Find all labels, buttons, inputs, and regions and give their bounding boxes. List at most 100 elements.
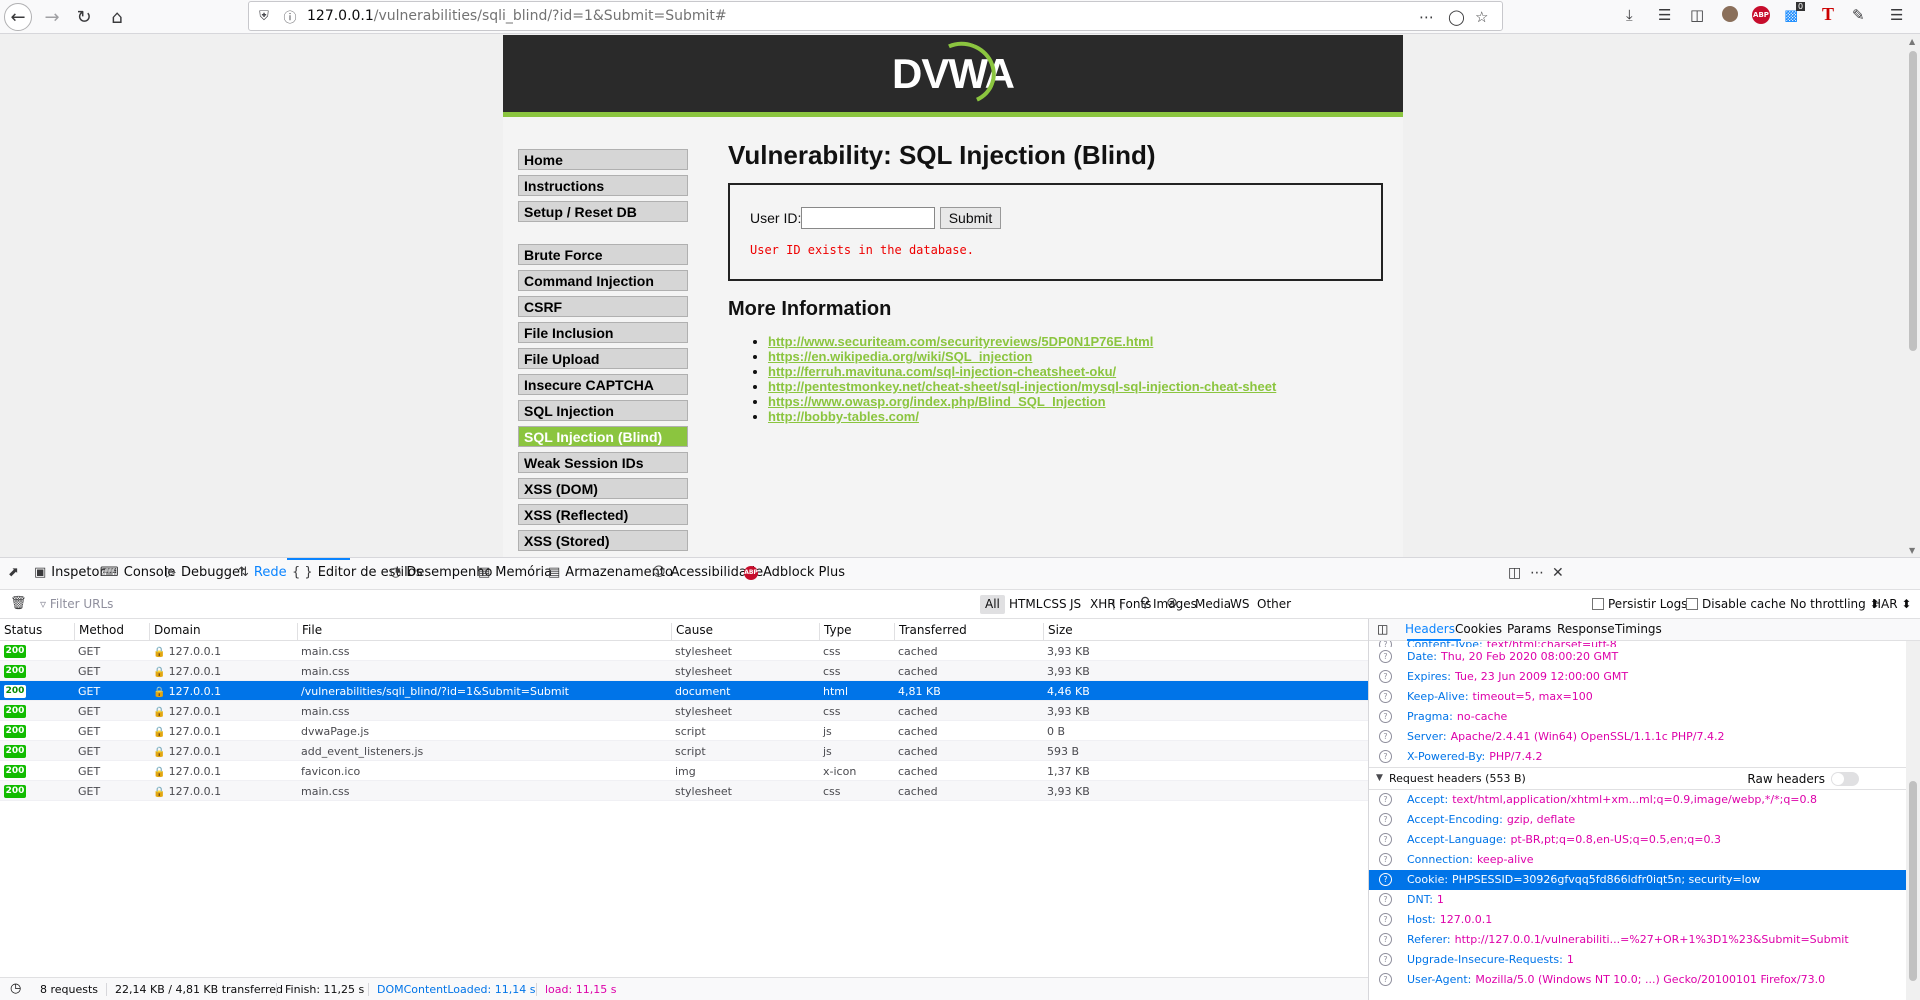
column-status[interactable]: Status [0,623,42,641]
menu-item-brute-force[interactable]: Brute Force [518,244,688,265]
table-row[interactable]: 200 GET 🔒 127.0.0.1 main.css stylesheet css ca… [0,661,1368,681]
menu-item-xss-dom[interactable]: XSS (DOM) [518,478,688,499]
table-row[interactable]: 200 GET 🔒 127.0.0.1 favicon.ico img x-icon cac… [0,761,1368,781]
sidebar-icon[interactable]: ◫ [1690,6,1704,24]
menu-item-file-upload[interactable]: File Upload [518,348,688,369]
request-headers-section[interactable]: ▼ Request headers (553 B) Raw headers [1369,767,1907,790]
header-row[interactable]: ? Host: 127.0.0.1 [1369,910,1907,930]
page-actions-icon[interactable]: ⋯ [1419,8,1434,26]
header-row[interactable]: ? X-Powered-By: PHP/7.4.2 [1369,747,1907,767]
menu-item-command-injection[interactable]: Command Injection [518,270,688,291]
bookmark-star-icon[interactable]: ☆ [1475,8,1488,26]
home-button[interactable]: ⌂ [103,3,131,31]
translate-icon[interactable]: T [1822,4,1834,25]
element-picker-icon[interactable]: ⬈ [8,565,19,580]
filter-js[interactable]: JS [1065,595,1086,614]
tab-debugger[interactable]: ▷ Debugger [166,565,245,580]
header-row[interactable]: ? Connection: keep-alive [1369,850,1907,870]
column-domain[interactable]: Domain [149,623,201,641]
userid-input[interactable] [801,207,935,229]
table-row[interactable]: 200 GET 🔒 127.0.0.1 main.css stylesheet css ca… [0,701,1368,721]
throttling-select[interactable]: No throttling ⬍ [1790,597,1880,611]
help-icon[interactable]: ? [1379,730,1392,743]
menu-item-weak-session-ids[interactable]: Weak Session IDs [518,452,688,473]
help-icon[interactable]: ? [1379,933,1392,946]
collapse-icon[interactable]: ▼ [1376,773,1383,783]
tab-rede[interactable]: ⇅ Rede [238,565,287,580]
header-row[interactable]: ? DNT: 1 [1369,890,1907,910]
info-link[interactable]: https://en.wikipedia.org/wiki/SQL_inject… [768,349,1032,364]
menu-item-instructions[interactable]: Instructions [518,175,688,196]
persist-logs-checkbox[interactable]: Persistir Logs [1592,597,1687,611]
info-link[interactable]: http://ferruh.mavituna.com/sql-injection… [768,364,1116,379]
header-row[interactable]: ? Upgrade-Insecure-Requests: 1 [1369,950,1907,970]
column-cause[interactable]: Cause [671,623,713,641]
header-row[interactable]: ? Accept-Encoding: gzip, deflate [1369,810,1907,830]
tab-adblock-plus[interactable]: ABP Adblock Plus [744,565,845,580]
help-icon[interactable]: ? [1379,793,1392,806]
tab-inspetor[interactable]: ▣ Inspetor [34,565,105,580]
reload-button[interactable]: ↻ [70,3,98,31]
help-icon[interactable]: ? [1379,833,1392,846]
help-icon[interactable]: ? [1379,813,1392,826]
help-icon[interactable]: ? [1379,690,1392,703]
menu-item-setup-reset-db[interactable]: Setup / Reset DB [518,201,688,222]
avatar[interactable] [1722,6,1738,22]
header-row[interactable]: ? Date: Thu, 20 Feb 2020 08:00:20 GMT [1369,647,1907,667]
table-row[interactable]: 200 GET 🔒 127.0.0.1 add_event_listeners.js s… [0,741,1368,761]
header-row[interactable]: ? Server: Apache/2.4.41 (Win64) OpenSSL/1.… [1369,727,1907,747]
filter-other[interactable]: Other [1252,595,1296,614]
header-row[interactable]: ? Accept: text/html,application/xhtml+xm..… [1369,790,1907,810]
pocket-icon[interactable]: ◯ [1448,8,1465,26]
column-size[interactable]: Size [1043,623,1073,641]
library-icon[interactable]: ☰ [1658,6,1671,24]
filter-all[interactable]: All [980,595,1005,614]
table-row[interactable]: 200 GET 🔒 127.0.0.1 main.css stylesheet css ca… [0,781,1368,801]
shield-icon[interactable]: ⛨ [253,9,275,24]
menu-item-xss-reflected[interactable]: XSS (Reflected) [518,504,688,525]
menu-item-sql-injection-blind[interactable]: SQL Injection (Blind) [518,426,688,447]
header-row[interactable]: ? Referer: http://127.0.0.1/vulnerabiliti.… [1369,930,1907,950]
info-link[interactable]: http://pentestmonkey.net/cheat-sheet/sql… [768,379,1276,394]
column-method[interactable]: Method [74,623,124,641]
close-devtools-icon[interactable]: ✕ [1552,565,1564,581]
details-tab-headers[interactable]: Headers [1405,622,1455,636]
adblock-plus-icon[interactable]: ABP [1752,6,1770,24]
header-row[interactable]: ? Pragma: no-cache [1369,707,1907,727]
download-icon[interactable]: ⤓ [1626,6,1633,24]
info-icon[interactable]: ⓘ [279,7,301,26]
info-link[interactable]: http://bobby-tables.com/ [768,409,919,424]
help-icon[interactable]: ? [1379,973,1392,986]
toggle-panel-icon[interactable]: ◫ [1377,622,1388,636]
dock-icon[interactable]: ◫ [1508,565,1521,581]
url-bar[interactable]: ⛨ ⓘ 127.0.0.1/vulnerabilities/sqli_blind… [248,1,1503,31]
back-button[interactable]: ← [4,3,32,31]
header-row[interactable]: ? Keep-Alive: timeout=5, max=100 [1369,687,1907,707]
header-row[interactable]: ? Expires: Tue, 23 Jun 2009 12:00:00 GMT [1369,667,1907,687]
help-icon[interactable]: ? [1379,893,1392,906]
help-icon[interactable]: ? [1379,913,1392,926]
column-file[interactable]: File [297,623,322,641]
table-row[interactable]: 200 GET 🔒 127.0.0.1 dvwaPage.js script js cach… [0,721,1368,741]
column-transferred[interactable]: Transferred [894,623,967,641]
column-type[interactable]: Type [819,623,852,641]
table-row[interactable]: 200 GET 🔒 127.0.0.1/vulnerabilities/sqli_b… [0,681,1368,701]
menu-item-sql-injection[interactable]: SQL Injection [518,400,688,421]
menu-item-csrf[interactable]: CSRF [518,296,688,317]
submit-button[interactable]: Submit [940,207,1001,229]
help-icon[interactable]: ? [1379,670,1392,683]
details-scrollbar[interactable] [1906,641,1920,1000]
help-icon[interactable]: ? [1379,650,1392,663]
filter-ws[interactable]: WS [1225,595,1254,614]
header-row[interactable]: ? User-Agent: Mozilla/5.0 (Windows NT 10.0… [1369,970,1907,990]
more-options-icon[interactable]: ⋯ [1530,565,1544,581]
menu-item-home[interactable]: Home [518,149,688,170]
help-icon[interactable]: ? [1379,750,1392,763]
info-link[interactable]: http://www.securiteam.com/securityreview… [768,334,1153,349]
menu-item-insecure-captcha[interactable]: Insecure CAPTCHA [518,374,688,395]
forward-button[interactable]: → [38,3,66,31]
menu-item-xss-stored[interactable]: XSS (Stored) [518,530,688,551]
page-scrollbar[interactable]: ▲ ▼ [1906,35,1920,557]
help-icon[interactable]: ? [1379,710,1392,723]
tab-console[interactable]: ⌨ Console [100,565,175,580]
